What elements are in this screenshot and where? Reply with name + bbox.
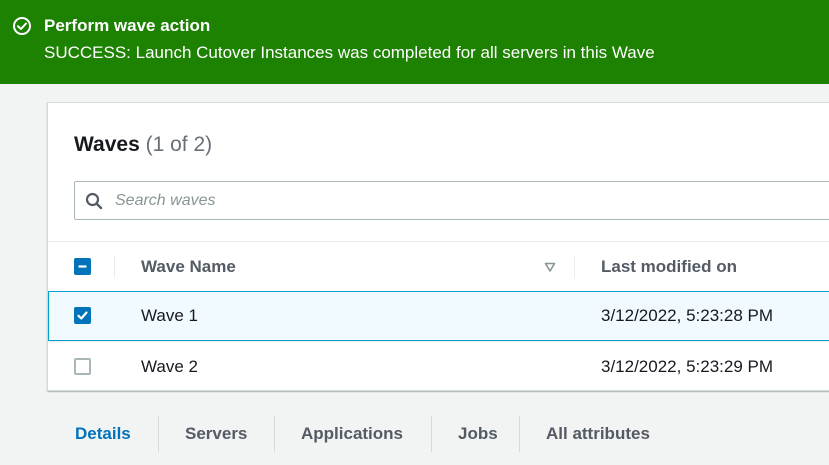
success-flash-banner: Perform wave action SUCCESS: Launch Cuto… bbox=[0, 0, 829, 84]
sort-descending-icon[interactable] bbox=[544, 260, 556, 278]
select-all-checkbox[interactable] bbox=[74, 258, 91, 275]
waves-header: Waves (1 of 2) bbox=[74, 132, 212, 158]
column-header-wave-name[interactable]: Wave Name bbox=[141, 256, 236, 278]
table-row[interactable]: Wave 2 3/12/2022, 5:23:29 PM bbox=[48, 341, 829, 391]
table-row[interactable]: Wave 1 3/12/2022, 5:23:28 PM bbox=[48, 291, 829, 341]
wave-name-cell: Wave 1 bbox=[141, 306, 199, 325]
detail-tabs: Details Servers Applications Jobs All at… bbox=[47, 412, 829, 456]
column-header-last-modified[interactable]: Last modified on bbox=[601, 256, 737, 278]
row-checkbox[interactable] bbox=[74, 307, 91, 324]
tab-divider bbox=[431, 416, 432, 452]
search-input[interactable] bbox=[115, 190, 815, 212]
waves-count: (1 of 2) bbox=[145, 133, 213, 156]
tab-divider bbox=[519, 416, 520, 452]
last-modified-cell: 3/12/2022, 5:23:29 PM bbox=[601, 357, 774, 376]
flash-title: Perform wave action bbox=[44, 16, 211, 35]
column-divider bbox=[114, 256, 115, 278]
tab-details[interactable]: Details bbox=[75, 412, 131, 456]
tab-applications[interactable]: Applications bbox=[301, 412, 403, 456]
flash-message: SUCCESS: Launch Cutover Instances was co… bbox=[44, 43, 655, 62]
tab-divider bbox=[274, 416, 275, 452]
tab-jobs[interactable]: Jobs bbox=[458, 412, 498, 456]
tab-servers[interactable]: Servers bbox=[185, 412, 247, 456]
search-box bbox=[74, 181, 829, 220]
search-icon bbox=[85, 192, 103, 210]
row-checkbox[interactable] bbox=[74, 358, 91, 375]
table-header: Wave Name Last modified on bbox=[48, 241, 829, 291]
last-modified-cell: 3/12/2022, 5:23:28 PM bbox=[601, 306, 774, 325]
waves-table-container: Waves (1 of 2) Wave Name Las bbox=[47, 102, 829, 391]
check-circle-icon bbox=[12, 16, 32, 36]
wave-name-cell: Wave 2 bbox=[141, 357, 199, 376]
column-divider bbox=[574, 256, 575, 278]
tab-divider bbox=[158, 416, 159, 452]
waves-title: Waves bbox=[74, 133, 140, 156]
tab-all-attributes[interactable]: All attributes bbox=[546, 412, 650, 456]
